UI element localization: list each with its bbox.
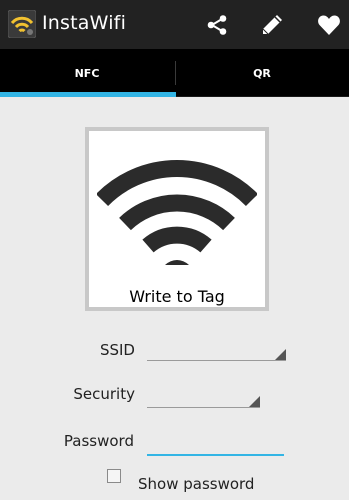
tab-bar: NFC QR [0,49,349,97]
security-label: Security [73,385,135,403]
ssid-spinner[interactable] [147,346,286,361]
show-password-label[interactable]: Show password [138,475,254,493]
ssid-label: SSID [99,341,135,359]
password-label: Password [63,432,134,450]
tab-nfc-label: NFC [74,66,100,80]
tab-qr[interactable]: QR [175,49,349,97]
write-to-tag-button[interactable]: Write to Tag [85,127,269,311]
tab-selected-indicator [0,92,176,97]
action-bar: InstaWifi [0,0,349,49]
edit-button[interactable] [249,0,295,49]
security-spinner[interactable] [147,393,260,408]
share-icon [207,14,227,35]
dropdown-arrow-icon [249,396,260,407]
wifi-icon [97,159,257,265]
show-password-checkbox[interactable] [107,469,121,483]
tab-qr-label: QR [253,66,271,80]
heart-icon [318,15,340,35]
app-title: InstaWifi [42,12,127,34]
dropdown-arrow-icon [275,349,286,360]
password-field[interactable] [147,434,284,456]
write-to-tag-label: Write to Tag [129,287,225,306]
pencil-icon [262,14,282,34]
favorite-button[interactable] [306,0,349,49]
tab-nfc[interactable]: NFC [0,49,174,97]
app-logo-icon[interactable] [8,10,36,38]
share-button[interactable] [194,0,240,49]
